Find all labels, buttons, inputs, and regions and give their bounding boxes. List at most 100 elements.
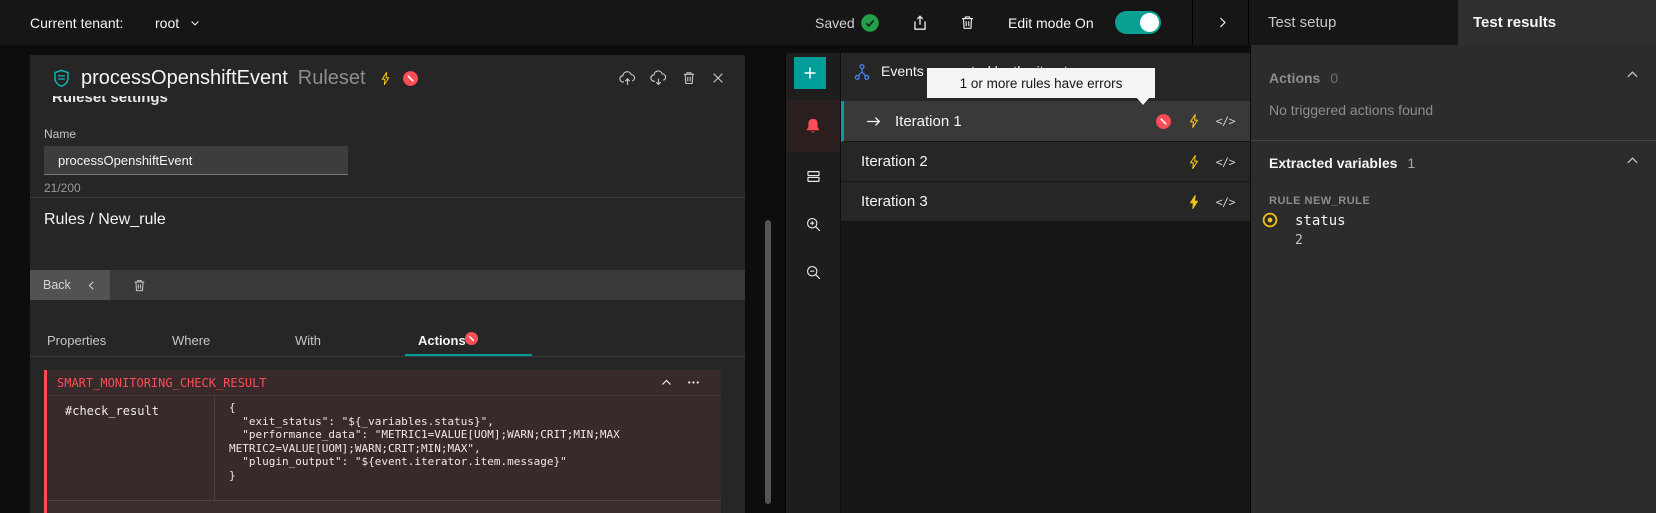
error-badge-icon (402, 70, 419, 87)
action-code-editor[interactable]: { "exit_status": "${_variables.status}",… (215, 396, 721, 500)
variables-section-title: Extracted variables1 (1269, 155, 1415, 171)
rows-icon (805, 168, 822, 185)
export-icon (911, 14, 929, 32)
zoom-in-icon (805, 216, 822, 233)
tab-with[interactable]: With (295, 333, 321, 348)
tenant-value: root (155, 15, 179, 31)
toggle-knob (1140, 13, 1159, 32)
variable-radio-icon (1261, 211, 1279, 229)
bolt-outline-icon (1186, 154, 1202, 170)
tab-actions[interactable]: Actions (418, 333, 466, 348)
ruleset-panel-header: processOpenshiftEvent Ruleset (30, 55, 745, 101)
chevron-down-icon (189, 17, 201, 29)
error-tooltip: 1 or more rules have errors (927, 68, 1155, 98)
delete-button[interactable] (952, 0, 982, 45)
collapse-actions-button[interactable] (1625, 67, 1640, 82)
tooltip-caret (1136, 97, 1150, 105)
ruleset-type-label: Ruleset (298, 67, 366, 90)
iterator-icon (853, 63, 871, 81)
rule-toolbar: Back (30, 270, 745, 300)
tab-where[interactable]: Where (172, 333, 210, 348)
name-field-label: Name (44, 127, 76, 141)
active-tab-underline (405, 354, 532, 356)
tab-test-results[interactable]: Test results (1458, 0, 1656, 45)
saved-status-label: Saved (815, 0, 855, 45)
actions-section-title: Actions0 (1269, 70, 1338, 86)
close-panel-button[interactable] (711, 71, 725, 85)
rule-name-label: RULE NEW_RULE (1269, 195, 1370, 207)
card-overflow-menu-button[interactable] (686, 375, 701, 390)
iteration-label: Iteration 2 (861, 153, 928, 170)
variable-value: 2 (1295, 233, 1303, 248)
section-divider (30, 197, 745, 198)
collapse-panel-button[interactable] (1196, 0, 1248, 45)
plus-icon (802, 65, 818, 81)
edit-mode-label: Edit mode On (1008, 0, 1094, 45)
zoom-out-icon (805, 264, 822, 281)
bolt-outline-icon (1186, 113, 1202, 129)
tabs-baseline (30, 356, 745, 357)
export-button[interactable] (905, 0, 935, 45)
tab-properties[interactable]: Properties (47, 333, 106, 348)
no-actions-message: No triggered actions found (1269, 102, 1433, 118)
tab-test-setup[interactable]: Test setup (1249, 0, 1458, 45)
iteration-row-1[interactable]: Iteration 1 </> (841, 101, 1250, 142)
action-card-smart-monitoring: SMART_MONITORING_CHECK_RESULT #check_res… (44, 370, 721, 513)
iteration-label: Iteration 1 (895, 113, 962, 130)
ruleset-shield-icon (52, 69, 71, 88)
add-event-button[interactable] (794, 57, 826, 89)
collapse-card-button[interactable] (660, 376, 673, 389)
ruleset-settings-heading: Ruleset settings (52, 96, 352, 108)
tenant-selector[interactable]: root (155, 0, 201, 45)
chevron-up-icon (1625, 67, 1640, 82)
action-field-label: #check_result (47, 396, 215, 500)
action-card-body: #check_result { "exit_status": "${_varia… (47, 395, 721, 500)
arrow-right-icon (865, 113, 882, 130)
iteration-row-2[interactable]: Iteration 2 </> (841, 142, 1250, 182)
action-card-next-row (47, 500, 721, 513)
view-code-button[interactable]: </> (1216, 155, 1235, 169)
view-code-button[interactable]: </> (1216, 195, 1235, 209)
edit-mode-toggle[interactable] (1115, 11, 1161, 34)
actions-error-icon (464, 331, 479, 346)
test-results-panel: Actions0 No triggered actions found Extr… (1250, 45, 1656, 513)
ruleset-title: processOpenshiftEvent (81, 67, 288, 90)
results-divider (1251, 140, 1656, 141)
events-panel: Events generated by the iterator Iterati… (841, 53, 1250, 513)
variables-count: 1 (1407, 155, 1415, 171)
iteration-label: Iteration 3 (861, 193, 928, 210)
chevron-left-icon (86, 280, 97, 291)
upload-ruleset-button[interactable] (619, 70, 636, 87)
panel-scrollbar[interactable] (765, 220, 771, 504)
delete-ruleset-button[interactable] (681, 70, 697, 86)
chevron-up-icon (1625, 153, 1640, 168)
topbar-divider (1192, 0, 1193, 45)
action-card-header: SMART_MONITORING_CHECK_RESULT (47, 370, 721, 395)
name-input[interactable] (44, 146, 348, 175)
trash-icon (959, 14, 976, 31)
bell-icon (804, 117, 822, 135)
overflow-menu-icon (686, 375, 701, 390)
bolt-warning-icon (378, 71, 393, 86)
collapse-variables-button[interactable] (1625, 153, 1640, 168)
rail-item-alerts[interactable] (786, 100, 840, 152)
current-tenant-label: Current tenant: (30, 0, 123, 45)
back-button[interactable]: Back (30, 270, 110, 300)
trash-icon (132, 278, 147, 293)
rail-item-list-view[interactable] (786, 152, 840, 200)
test-rail (785, 53, 840, 513)
iteration-error-icon (1155, 113, 1172, 130)
iteration-row-3[interactable]: Iteration 3 </> (841, 182, 1250, 222)
action-code: { "exit_status": "${_variables.status}",… (229, 401, 721, 482)
rail-item-zoom-in[interactable] (786, 200, 840, 248)
download-ruleset-button[interactable] (650, 70, 667, 87)
breadcrumb: Rules / New_rule (44, 211, 166, 229)
bolt-filled-icon (1186, 194, 1202, 210)
delete-rule-button[interactable] (124, 270, 154, 300)
rail-item-zoom-out[interactable] (786, 248, 840, 296)
chevron-right-icon (1216, 16, 1229, 29)
view-code-button[interactable]: </> (1216, 114, 1235, 128)
actions-count: 0 (1330, 70, 1338, 86)
rule-tabs: Properties Where With Actions (30, 325, 745, 357)
saved-check-icon (860, 13, 880, 33)
